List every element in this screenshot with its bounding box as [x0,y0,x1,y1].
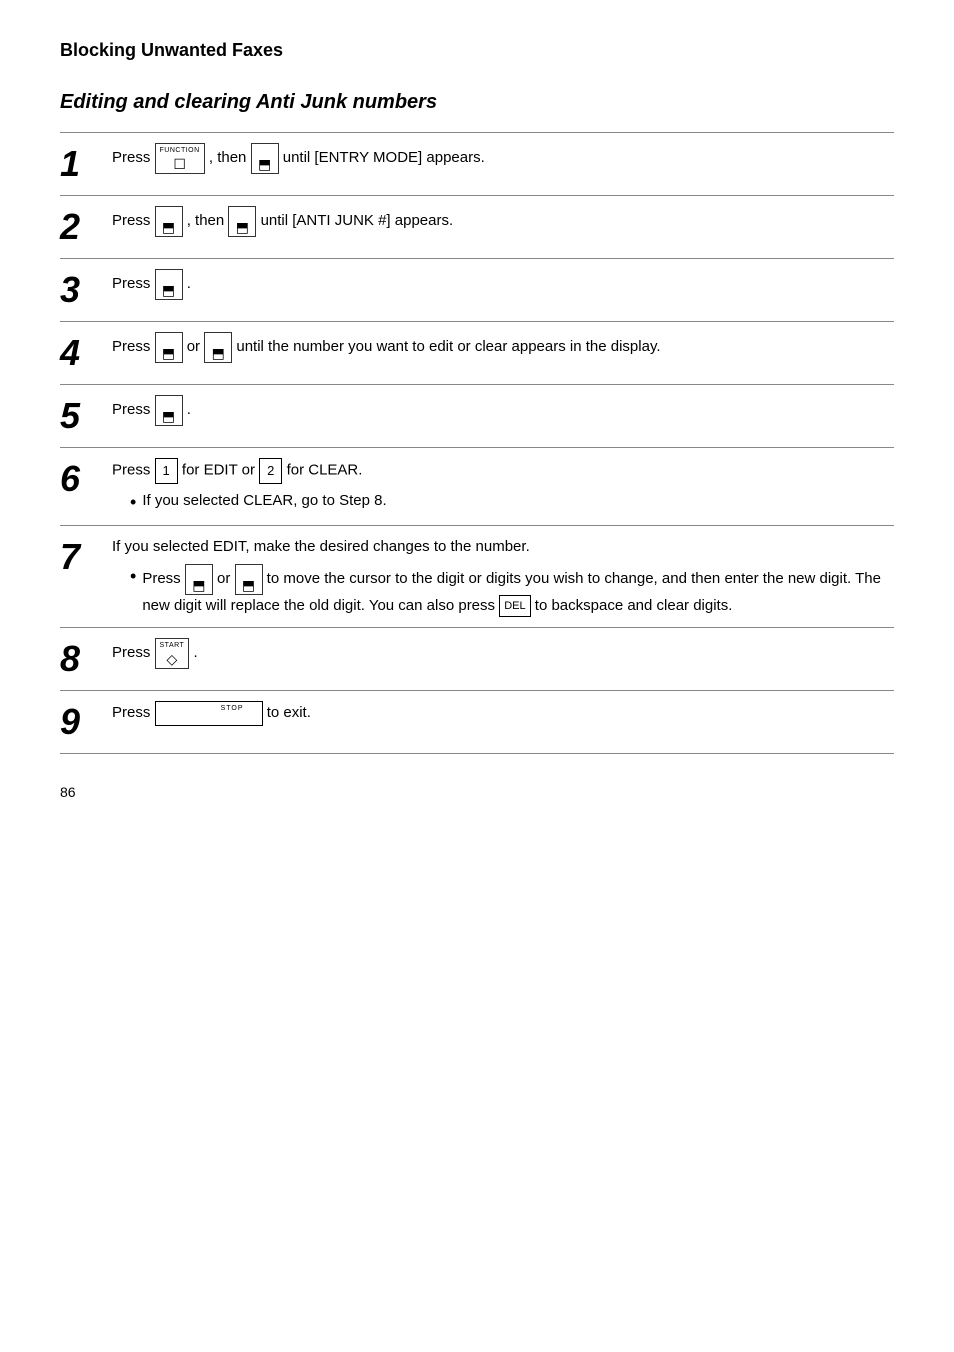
step-content-1: Press FUNCTION ☐ , then ⬒ until [ENTRY M… [112,133,894,196]
step-number-8: 8 [60,628,112,691]
step-content-9: Press STOP to exit. [112,691,894,754]
set-button-5[interactable]: ⬒ [155,395,183,426]
cursor-left-icon: ⬒ [192,578,205,592]
step-number-7: 7 [60,525,112,628]
step5-text: . [187,401,191,418]
step1-text: until [ENTRY MODE] appears. [283,149,485,166]
function-label: FUNCTION [160,146,200,157]
step6-for2: for CLEAR. [287,462,363,479]
step8-press: Press [112,645,155,662]
step2-text: until [ANTI JUNK #] appears. [261,212,454,229]
set-button-3[interactable]: ⬒ [155,269,183,300]
step-content-6: Press 1 for EDIT or 2 for CLEAR. If you … [112,448,894,526]
table-row: 3 Press ⬒ . [60,259,894,322]
nav-up-label-2b [241,209,243,220]
step4-text: until the number you want to edit or cle… [236,338,660,355]
step-number-1: 1 [60,133,112,196]
step1-press: Press [112,149,155,166]
step-content-4: Press ⬒ or ⬒ until the number you want t… [112,322,894,385]
table-row: 7 If you selected EDIT, make the desired… [60,525,894,628]
nav-down-icon-4b: ⬒ [212,346,225,360]
nav-down-button-4b[interactable]: ⬒ [204,332,232,363]
set-label-3 [167,272,169,283]
function-icon: ☐ [173,157,186,171]
step3-press: Press [112,275,155,292]
table-row: 9 Press STOP to exit. [60,691,894,754]
page-number: 86 [60,784,894,800]
step-number-3: 3 [60,259,112,322]
key-2-button[interactable]: 2 [259,458,282,484]
step-number-5: 5 [60,385,112,448]
section-title: Editing and clearing Anti Junk numbers [60,91,894,114]
step6-bullet: If you selected CLEAR, go to Step 8. [112,490,882,515]
cursor-right-icon: ⬒ [242,578,255,592]
step1-then: , then [209,149,251,166]
step-content-2: Press ⬒ , then ⬒ until [ANTI JUNK #] app… [112,196,894,259]
nav-down-button-2a[interactable]: ⬒ [155,206,183,237]
step-content-3: Press ⬒ . [112,259,894,322]
key-1-button[interactable]: 1 [155,458,178,484]
set-icon-5: ⬒ [162,409,175,423]
step-content-7: If you selected EDIT, make the desired c… [112,525,894,628]
nav-up-icon-1: ⬒ [258,157,271,171]
set-label-5 [167,398,169,409]
table-row: 8 Press START ◇ . [60,628,894,691]
table-row: 4 Press ⬒ or ⬒ until the number you want… [60,322,894,385]
stop-button[interactable]: STOP [155,701,263,726]
steps-table: 1 Press FUNCTION ☐ , then ⬒ until [ENTRY… [60,132,894,754]
nav-down-label-2a [167,209,169,220]
step5-press: Press [112,401,155,418]
step-number-4: 4 [60,322,112,385]
nav-up-button-4a[interactable]: ⬒ [155,332,183,363]
step4-press: Press [112,338,155,355]
step2-press: Press [112,212,155,229]
table-row: 6 Press 1 for EDIT or 2 for CLEAR. If yo… [60,448,894,526]
step7-bullet: Press ⬒ or ⬒ to move the cursor to the d… [112,564,882,617]
step-content-8: Press START ◇ . [112,628,894,691]
step4-or: or [187,338,205,355]
step8-text: . [194,645,198,662]
nav-up-icon-4a: ⬒ [162,346,175,360]
nav-up-button-1[interactable]: ⬒ [251,143,279,174]
cursor-right-button[interactable]: ⬒ [235,564,263,595]
function-button[interactable]: FUNCTION ☐ [155,143,205,174]
step7-bullet-content: Press ⬒ or ⬒ to move the cursor to the d… [142,564,882,617]
nav-down-icon-2a: ⬒ [162,220,175,234]
step-number-6: 6 [60,448,112,526]
step6-for1: for EDIT or [182,462,259,479]
step2-then: , then [187,212,229,229]
step7-text: If you selected EDIT, make the desired c… [112,536,882,559]
nav-up-icon-2b: ⬒ [236,220,249,234]
start-icon: ◇ [167,652,178,666]
start-button[interactable]: START ◇ [155,638,190,669]
step6-press: Press [112,462,155,479]
step9-press: Press [112,705,155,722]
nav-up-button-2b[interactable]: ⬒ [228,206,256,237]
table-row: 2 Press ⬒ , then ⬒ until [ANTI JUNK #] a… [60,196,894,259]
nav-up-label-4a [167,335,169,346]
step-number-9: 9 [60,691,112,754]
table-row: 1 Press FUNCTION ☐ , then ⬒ until [ENTRY… [60,133,894,196]
set-icon-3: ⬒ [162,283,175,297]
step-number-2: 2 [60,196,112,259]
step-content-5: Press ⬒ . [112,385,894,448]
cursor-left-button[interactable]: ⬒ [185,564,213,595]
step6-bullet-text: If you selected CLEAR, go to Step 8. [142,490,386,513]
table-row: 5 Press ⬒ . [60,385,894,448]
step3-text: . [187,275,191,292]
step9-text: to exit. [267,705,311,722]
nav-up-label-1 [263,146,265,157]
del-button[interactable]: DEL [499,595,530,618]
page-title: Blocking Unwanted Faxes [60,40,894,61]
nav-down-label-4b [217,335,219,346]
